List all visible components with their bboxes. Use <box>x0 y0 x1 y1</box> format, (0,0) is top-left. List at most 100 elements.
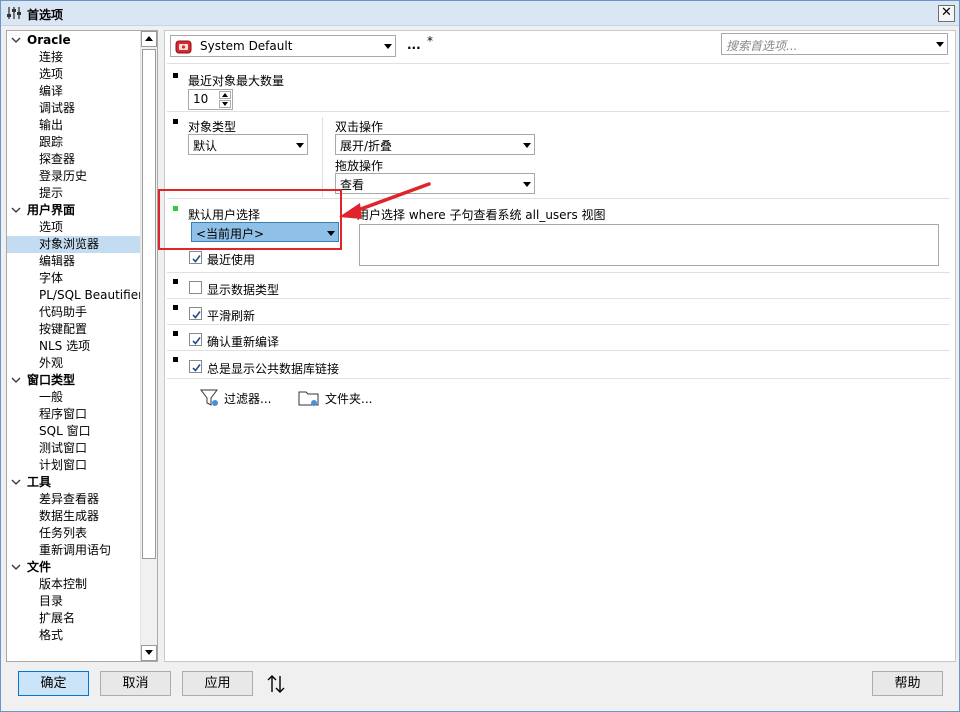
category-tree[interactable]: Oracle 连接 选项 编译 调试器 输出 跟踪 探查器 登录历史 提示 用户界面 选项 对象浏览器编… <box>6 30 158 662</box>
apply-button[interactable]: 应用 <box>182 671 253 696</box>
filter-label: 过滤器... <box>224 392 272 406</box>
tree-item-label: NLS 选项 <box>39 339 91 353</box>
tree-item[interactable]: 调试器 <box>7 100 141 117</box>
red-arrow-icon <box>339 182 431 219</box>
tree-group[interactable]: Oracle <box>7 32 141 49</box>
tree-item[interactable]: 提示 <box>7 185 141 202</box>
where-clause-input[interactable] <box>359 224 939 266</box>
tree-item[interactable]: 计划窗口 <box>7 457 141 474</box>
tree-item[interactable]: PL/SQL Beautifier <box>7 287 144 304</box>
section-show-data-types: 显示数据类型 <box>167 274 950 299</box>
tree-group[interactable]: 工具 <box>7 474 141 491</box>
tree-item-label: 跟踪 <box>39 135 64 149</box>
show-data-types-checkbox[interactable] <box>189 281 202 294</box>
chevron-down-icon <box>11 564 21 570</box>
tree-item[interactable]: 登录历史 <box>7 168 141 185</box>
tree-item[interactable]: 目录 <box>7 593 141 610</box>
tree-item[interactable]: SQL 窗口 <box>7 423 141 440</box>
section-object-type: 对象类型 默认 双击操作 展开/折叠 拖放操作 查看 <box>167 113 950 199</box>
tree-item[interactable]: 程序窗口 <box>7 406 141 423</box>
chevron-down-icon <box>523 182 531 187</box>
confirm-recompile-checkbox[interactable] <box>189 333 202 346</box>
tree-item[interactable]: 格式 <box>7 627 141 644</box>
tree-item[interactable]: 数据生成器 <box>7 508 141 525</box>
tree-group[interactable]: 用户界面 <box>7 202 141 219</box>
check-icon <box>192 255 201 263</box>
search-input[interactable]: 搜索首选项... <box>726 37 797 54</box>
tree-item[interactable]: 测试窗口 <box>7 440 141 457</box>
tree-group[interactable]: 文件 <box>7 559 141 576</box>
tree-item-label: 选项 <box>39 67 64 81</box>
check-icon <box>192 337 201 345</box>
tree-item[interactable]: 跟踪 <box>7 134 141 151</box>
cancel-button[interactable]: 取消 <box>100 671 171 696</box>
search-preferences[interactable]: 搜索首选项... <box>721 33 948 55</box>
scroll-down-button[interactable] <box>141 645 157 661</box>
profile-icon <box>175 40 192 54</box>
scroll-thumb[interactable] <box>142 49 156 559</box>
close-icon: ✕ <box>941 5 952 20</box>
tree-item[interactable]: 任务列表 <box>7 525 141 542</box>
tree-item[interactable]: 选项 <box>7 219 141 236</box>
recent-use-checkbox[interactable] <box>189 251 202 264</box>
tree-item-label: 按键配置 <box>39 322 88 336</box>
tree-item[interactable]: NLS 选项 <box>7 338 141 355</box>
tree-group-label: 用户界面 <box>27 203 76 217</box>
tree-item[interactable]: 版本控制 <box>7 576 141 593</box>
object-type-select[interactable]: 默认 <box>188 134 308 155</box>
filter-icon <box>200 389 218 406</box>
setting-bullet <box>173 73 178 78</box>
tree-item-label: PL/SQL Beautifier <box>39 288 144 302</box>
tree-item[interactable]: 编译 <box>7 83 141 100</box>
tree-item[interactable]: 选项 <box>7 66 141 83</box>
max-objects-spinner[interactable]: 10 <box>188 89 233 110</box>
help-button[interactable]: 帮助 <box>872 671 943 696</box>
tree-item[interactable]: 对象浏览器 <box>7 236 141 253</box>
spin-down-button[interactable] <box>219 100 231 108</box>
spin-up-button[interactable] <box>219 91 231 99</box>
show-public-db-links-checkbox[interactable] <box>189 360 202 373</box>
show-public-db-links-label: 总是显示公共数据库链接 <box>207 362 340 376</box>
modified-marker: * <box>427 34 433 48</box>
tree-item-label: 版本控制 <box>39 577 88 591</box>
tree-scrollbar[interactable] <box>140 31 157 661</box>
tree-item[interactable]: 编辑器 <box>7 253 141 270</box>
tree-item[interactable]: 代码助手 <box>7 304 141 321</box>
tree-content: Oracle 连接 选项 编译 调试器 输出 跟踪 探查器 登录历史 提示 用户界面 选项 对象浏览器编… <box>7 31 144 661</box>
tree-group-label: 窗口类型 <box>27 373 76 387</box>
tree-item[interactable]: 字体 <box>7 270 141 287</box>
triangle-up-icon <box>222 93 228 97</box>
chevron-down-icon <box>523 143 531 148</box>
profile-value: System Default <box>200 39 293 53</box>
tree-item-label: 登录历史 <box>39 169 88 183</box>
more-button[interactable]: ... <box>407 38 421 52</box>
chevron-down-icon <box>936 42 944 47</box>
tree-item[interactable]: 外观 <box>7 355 141 372</box>
tree-item[interactable]: 探查器 <box>7 151 141 168</box>
tree-item-label: 扩展名 <box>39 611 76 625</box>
tree-item[interactable]: 按键配置 <box>7 321 141 338</box>
close-button[interactable]: ✕ <box>938 5 955 22</box>
tree-item[interactable]: 输出 <box>7 117 141 134</box>
double-click-label: 双击操作 <box>335 120 384 134</box>
ok-button[interactable]: 确定 <box>18 671 89 696</box>
tree-item[interactable]: 扩展名 <box>7 610 141 627</box>
tree-group[interactable]: 窗口类型 <box>7 372 141 389</box>
tree-item[interactable]: 连接 <box>7 49 141 66</box>
profile-select[interactable]: System Default <box>170 35 396 57</box>
tree-item[interactable]: 一般 <box>7 389 141 406</box>
window-title: 首选项 <box>27 8 64 22</box>
tree-item-label: 程序窗口 <box>39 407 88 421</box>
smooth-refresh-checkbox[interactable] <box>189 307 202 320</box>
tree-item-label: 外观 <box>39 356 64 370</box>
help-label: 帮助 <box>894 676 921 691</box>
double-click-select[interactable]: 展开/折叠 <box>335 134 535 155</box>
scroll-up-button[interactable] <box>141 31 157 47</box>
max-objects-value[interactable]: 10 <box>193 92 208 106</box>
filter-button[interactable]: 过滤器... <box>200 388 280 410</box>
sort-arrows-icon[interactable] <box>266 674 286 694</box>
tree-item[interactable]: 差异查看器 <box>7 491 141 508</box>
tree-item-label: 一般 <box>39 390 64 404</box>
tree-item[interactable]: 重新调用语句 <box>7 542 141 559</box>
folder-button[interactable]: 文件夹... <box>298 388 388 410</box>
